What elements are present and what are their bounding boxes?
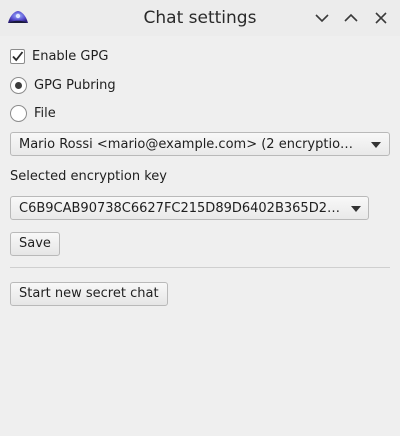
dropdown-arrow-icon [351, 206, 361, 212]
enable-gpg-label: Enable GPG [32, 48, 109, 64]
radio-button[interactable] [10, 104, 27, 122]
maximize-button[interactable] [341, 8, 361, 28]
chat-settings-window: Chat settings Enable GPG GPG Pubring Fil… [0, 0, 400, 436]
key-owner-select[interactable]: Mario Rossi <mario@example.com> (2 encry… [10, 132, 390, 156]
enable-gpg-checkbox[interactable]: Enable GPG [10, 46, 108, 66]
save-button[interactable]: Save [10, 232, 60, 256]
encryption-key-select[interactable]: C6B9CAB90738C6627FC215D89D6402B365D2B537 [10, 196, 369, 220]
gpg-pubring-label: GPG Pubring [34, 77, 116, 93]
file-radio[interactable]: File [10, 103, 56, 123]
chevron-down-icon [315, 14, 329, 23]
checkbox-box[interactable] [10, 48, 25, 64]
radio-button[interactable] [10, 76, 27, 94]
minimize-button[interactable] [312, 8, 332, 28]
gpg-pubring-radio[interactable]: GPG Pubring [10, 75, 116, 95]
start-secret-chat-button[interactable]: Start new secret chat [10, 282, 168, 306]
separator [10, 267, 390, 268]
dropdown-arrow-icon [371, 142, 381, 148]
key-owner-value: Mario Rossi <mario@example.com> (2 encry… [19, 137, 359, 152]
encryption-key-label: Selected encryption key [10, 169, 167, 184]
file-label: File [34, 105, 56, 121]
close-icon [375, 12, 387, 24]
encryption-key-value: C6B9CAB90738C6627FC215D89D6402B365D2B537 [19, 201, 341, 216]
window-title: Chat settings [143, 8, 257, 28]
title-bar[interactable]: Chat settings [0, 0, 400, 36]
checkmark-icon [12, 50, 24, 61]
close-button[interactable] [371, 8, 391, 28]
chevron-up-icon [344, 13, 358, 22]
